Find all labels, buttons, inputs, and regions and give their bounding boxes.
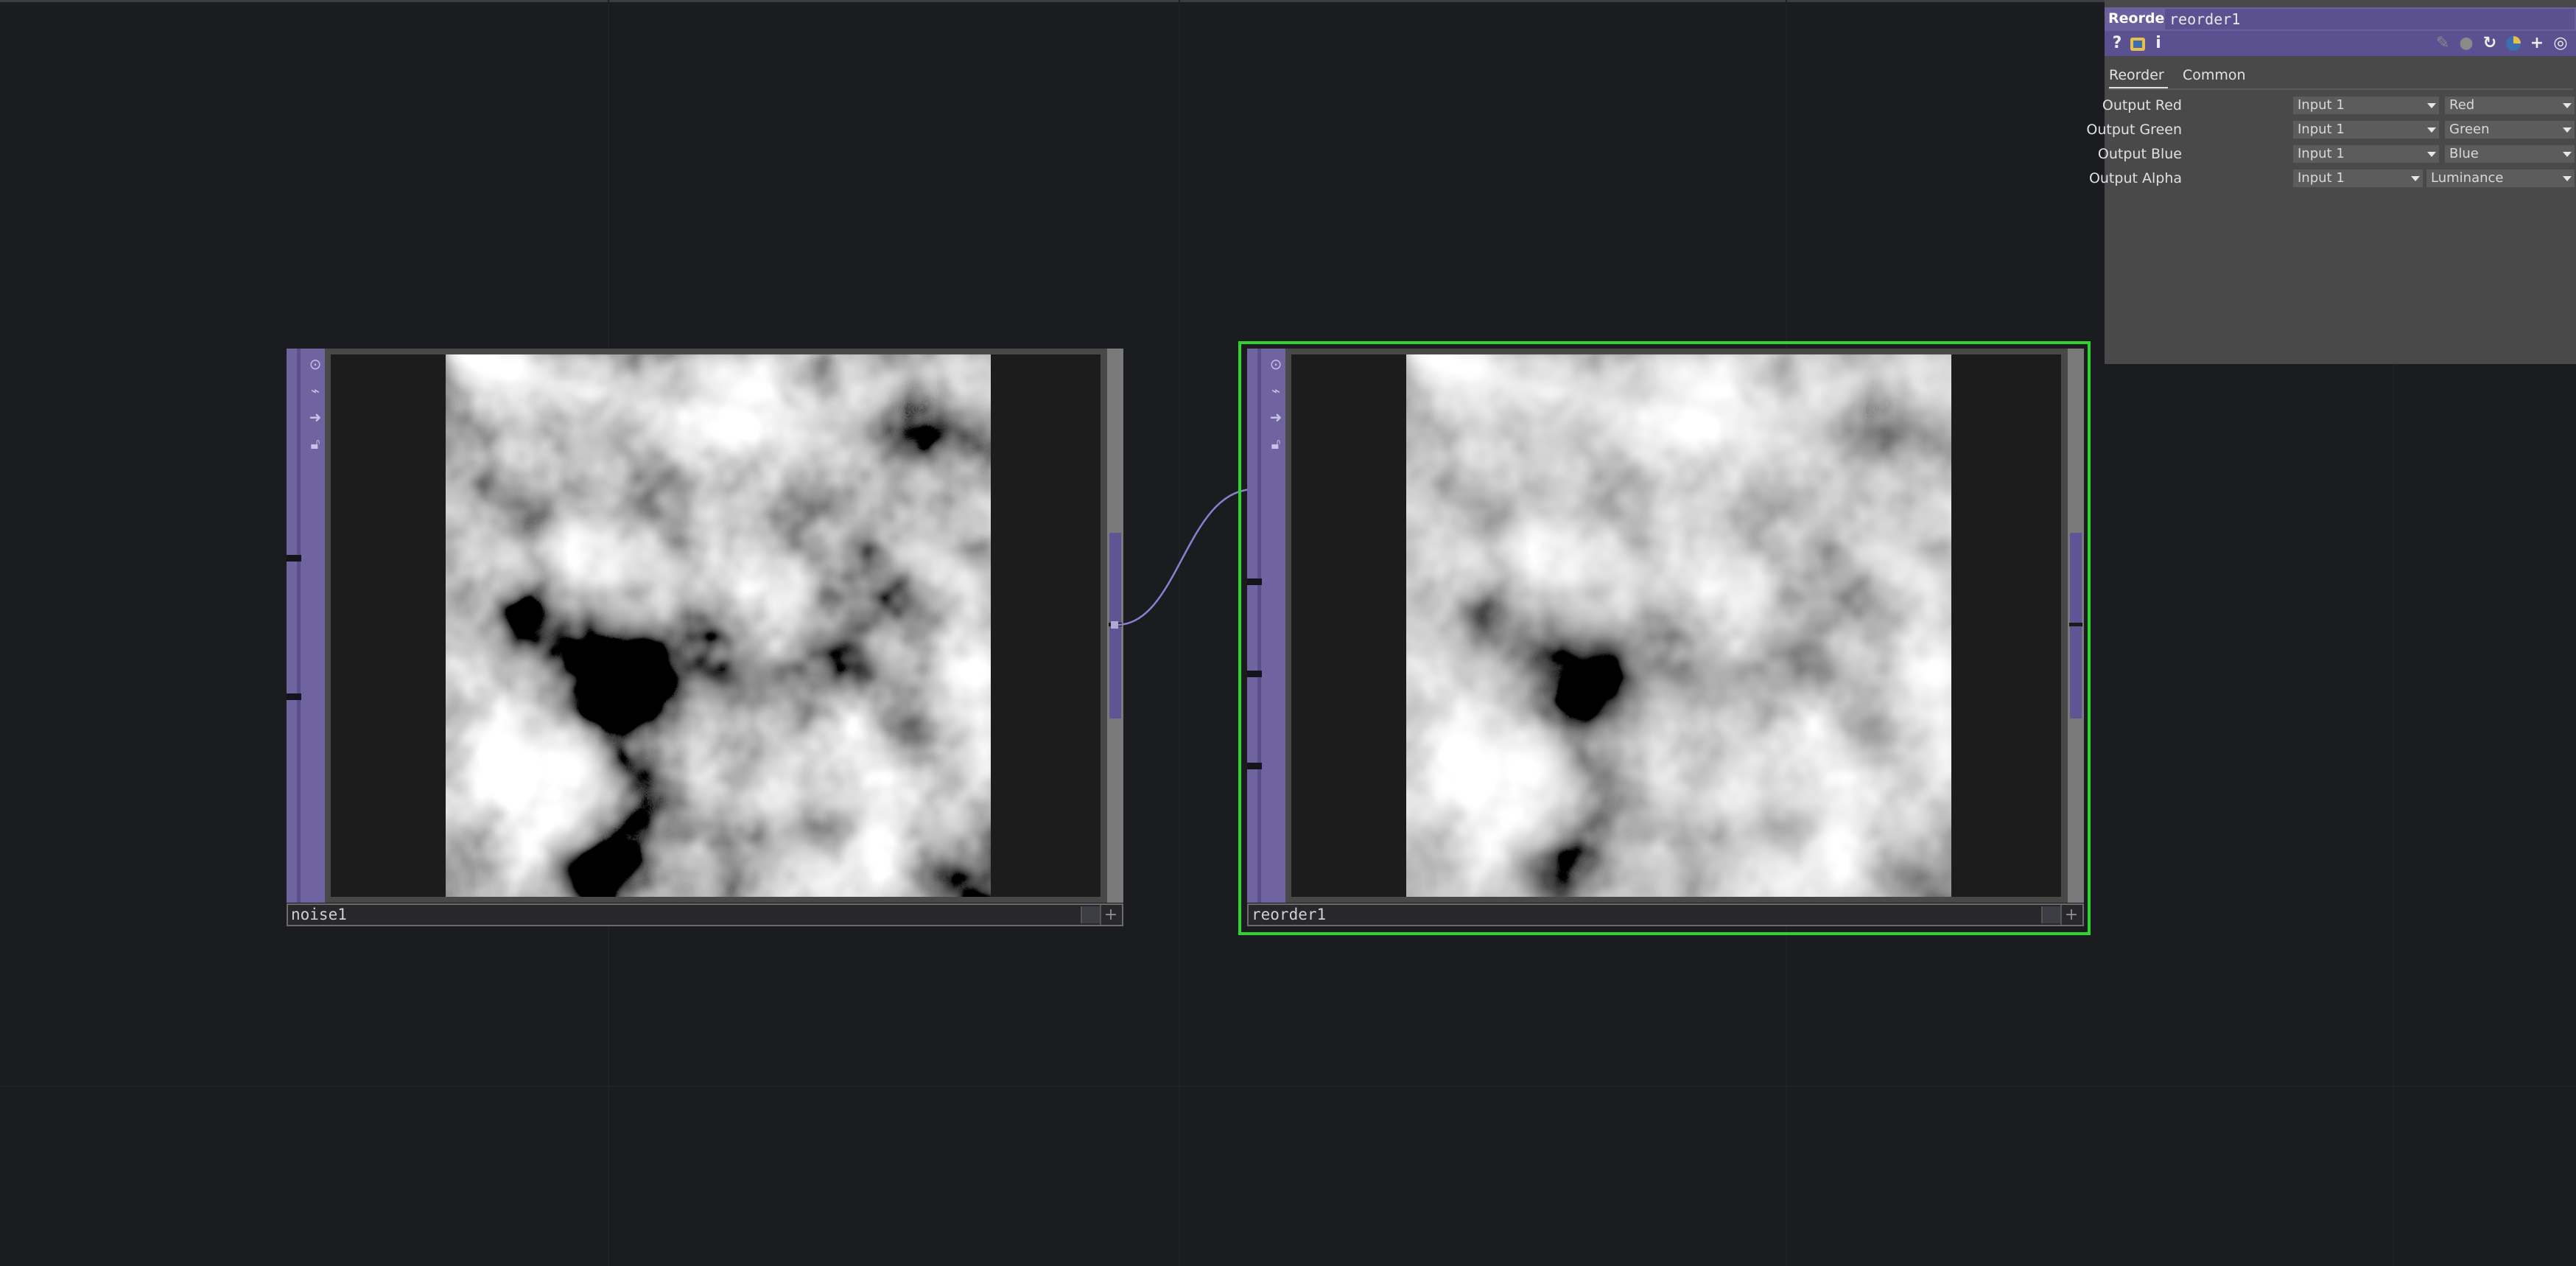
- output-alpha-source-dropdown[interactable]: Input 1: [2293, 169, 2423, 187]
- add-icon[interactable]: +: [2527, 33, 2547, 54]
- node-reorder1[interactable]: ⊙ ⌁ ➜ 🔓︎ reorder1 +: [1247, 349, 2084, 926]
- output-blue-channel-dropdown[interactable]: Blue: [2445, 145, 2575, 163]
- python-help-icon[interactable]: [2128, 33, 2147, 54]
- strip-shade: [1257, 349, 1261, 903]
- info-icon[interactable]: i: [2149, 33, 2168, 54]
- input-tick: [1247, 671, 1262, 677]
- parameter-panel: Reorder reorder1 ? i ✎ ● ↻ + ◎ Reorder C…: [2086, 0, 2576, 364]
- param-label: Output Blue: [2097, 146, 2182, 162]
- panel-title-bar: Reorder reorder1: [2105, 7, 2576, 31]
- reset-icon[interactable]: ↻: [2480, 33, 2499, 54]
- comment-icon[interactable]: ●: [2457, 33, 2476, 54]
- param-row-output-green: Output Green Input 1 Green: [2086, 119, 2576, 140]
- target-icon[interactable]: ◎: [2551, 33, 2570, 54]
- param-row-output-red: Output Red Input 1 Red: [2102, 95, 2576, 116]
- tab-divider: [2109, 88, 2573, 90]
- output-tick: [2069, 623, 2082, 626]
- operator-type-label: Reorder: [2108, 10, 2172, 27]
- reorder-preview-image: [1406, 354, 1951, 897]
- output-green-channel-dropdown[interactable]: Green: [2445, 121, 2575, 139]
- operator-name-field[interactable]: reorder1: [2165, 9, 2575, 29]
- tab-common[interactable]: Common: [2183, 65, 2246, 87]
- display-flag-icon[interactable]: ➜: [1266, 406, 1285, 428]
- node-add-icon[interactable]: +: [2060, 905, 2081, 925]
- edit-icon[interactable]: ✎: [2433, 33, 2452, 54]
- output-blue-source-dropdown[interactable]: Input 1: [2293, 145, 2439, 163]
- param-row-output-blue: Output Blue Input 1 Blue: [2098, 144, 2576, 164]
- node-left-strip[interactable]: ⊙ ⌁ ➜ 🔓︎: [1247, 349, 1285, 903]
- panel-toolbar: ? i ✎ ● ↻ + ◎: [2105, 31, 2576, 56]
- node-viewer[interactable]: [1291, 354, 2061, 897]
- output-alpha-channel-dropdown[interactable]: Luminance: [2426, 169, 2575, 187]
- output-red-source-dropdown[interactable]: Input 1: [2293, 97, 2439, 114]
- param-label: Output Green: [2086, 122, 2182, 138]
- python-icon[interactable]: [2504, 33, 2523, 54]
- node-name-bar[interactable]: reorder1 +: [1247, 903, 2084, 926]
- input-tick: [1247, 578, 1262, 585]
- bypass-icon[interactable]: ⌁: [1266, 380, 1285, 402]
- viewer-toggle-icon[interactable]: ⊙: [1266, 353, 1285, 375]
- output-red-channel-dropdown[interactable]: Red: [2445, 97, 2575, 114]
- node-name-label[interactable]: reorder1: [1252, 906, 1326, 923]
- param-label: Output Alpha: [2088, 170, 2182, 186]
- node-right-strip[interactable]: [2068, 349, 2084, 903]
- node-color-icon[interactable]: [2041, 906, 2060, 923]
- input-tick: [1247, 763, 1262, 769]
- param-row-output-alpha: Output Alpha Input 1 Luminance: [2089, 168, 2576, 189]
- tab-reorder[interactable]: Reorder: [2109, 65, 2168, 89]
- output-green-source-dropdown[interactable]: Input 1: [2293, 121, 2439, 139]
- param-label: Output Red: [2102, 97, 2182, 113]
- lock-icon[interactable]: 🔓︎: [1266, 433, 1285, 455]
- help-icon[interactable]: ?: [2108, 33, 2127, 54]
